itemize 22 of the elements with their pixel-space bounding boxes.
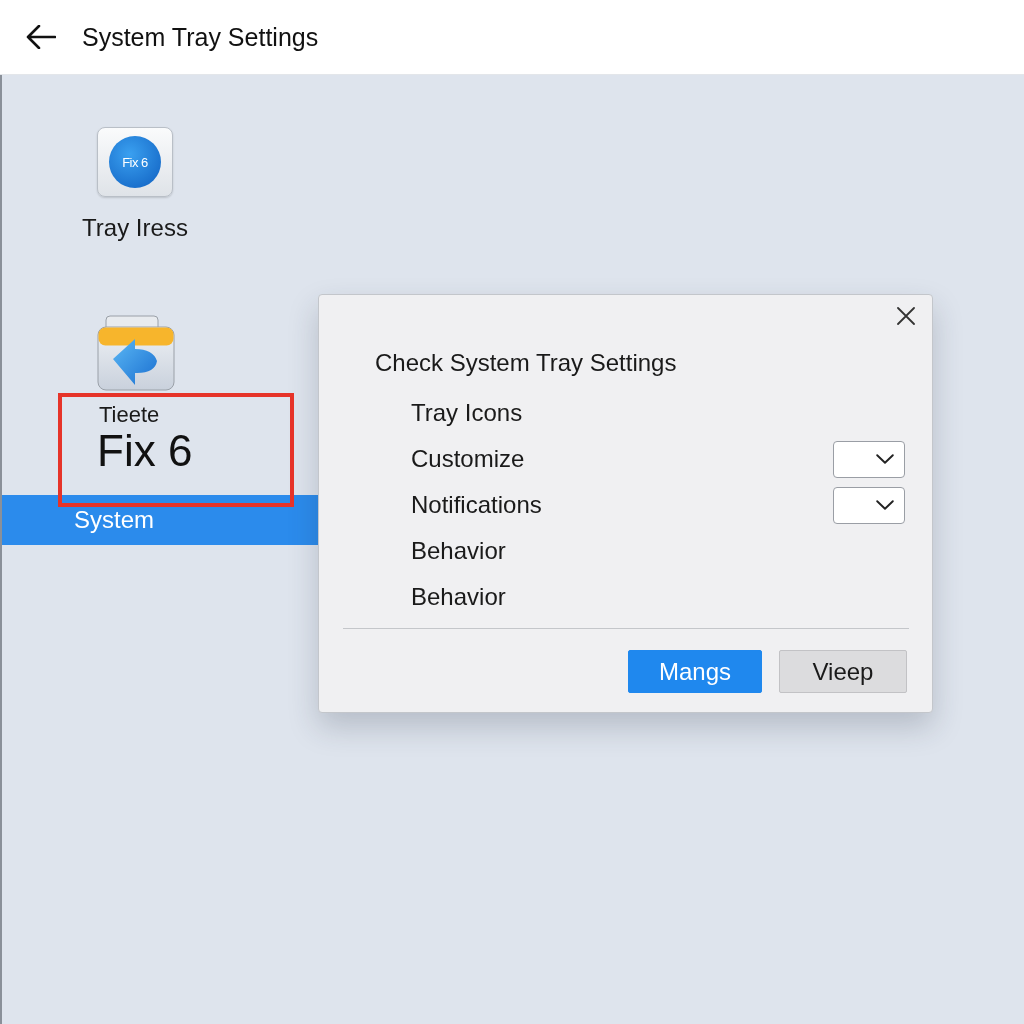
folder-arrow-icon[interactable] [97,315,175,391]
chevron-down-icon [876,500,894,510]
icon-big-label: Fix 6 [97,427,193,475]
setting-label: Behavior [411,583,506,611]
setting-label: Behavior [411,537,506,565]
icon-label: Tray Iress [82,214,188,242]
dialog-title: Check System Tray Settings [375,348,677,378]
setting-label: Customize [411,445,525,473]
app-tile-icon[interactable]: Fix 6 [97,127,173,197]
back-icon[interactable] [26,25,56,49]
close-icon[interactable] [897,307,915,325]
dialog-button[interactable]: Mangs [628,650,762,693]
logo-badge: Fix 6 [109,136,161,188]
page-title: System Tray Settings [82,22,319,52]
dropdown-field[interactable] [833,486,905,524]
dialog-button[interactable]: Vieep [779,650,907,693]
chevron-down-icon [876,454,894,464]
setting-label: Tray Icons [411,399,523,427]
dropdown-field[interactable] [833,440,905,478]
sidebar-item[interactable]: System [2,495,320,545]
setting-label: Notifications [411,491,542,519]
icon-label: Tieete [99,403,160,427]
